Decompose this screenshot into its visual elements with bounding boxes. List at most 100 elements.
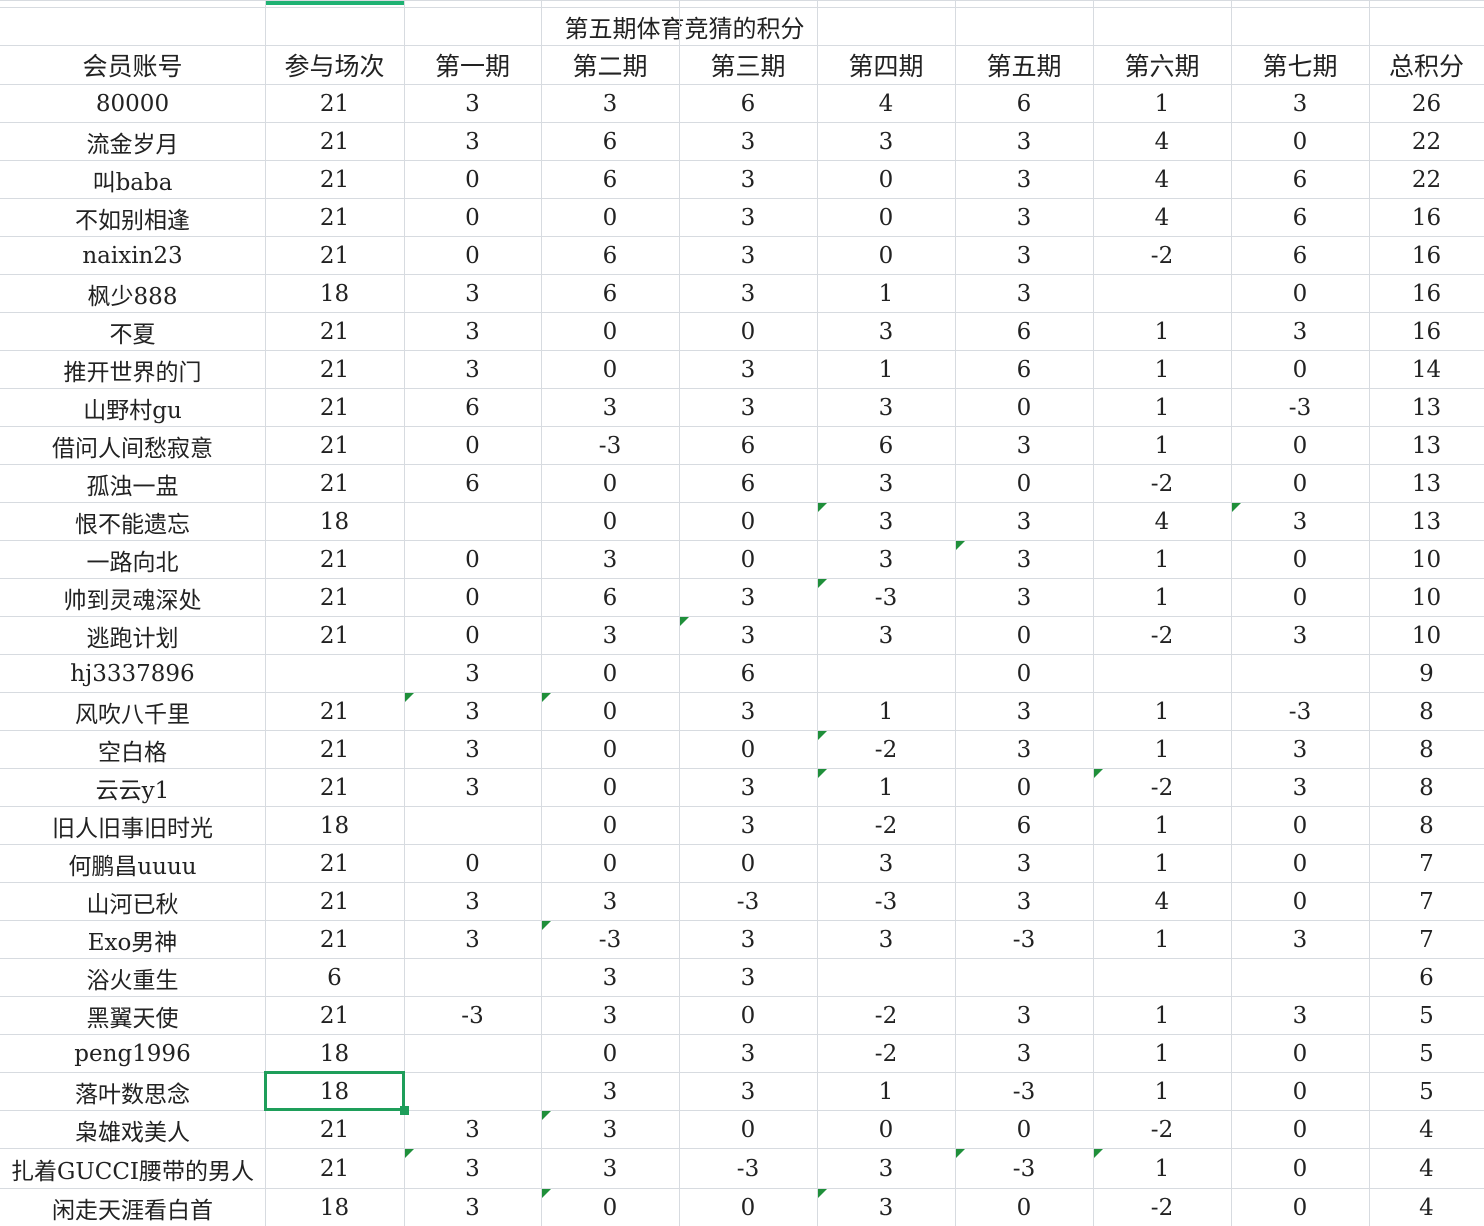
- spreadsheet-grid[interactable]: 第五期体育竞猜的积分 会员账号 参与场次 第一期 第二期 第三期 第四期 第五期 第六期 第七期…: [0, 0, 1484, 1226]
- score-cell[interactable]: 3: [679, 1035, 817, 1072]
- score-cell[interactable]: 10: [1369, 617, 1484, 654]
- score-cell[interactable]: -2: [817, 1035, 955, 1072]
- score-cell[interactable]: 21: [265, 85, 404, 122]
- score-cell[interactable]: 3: [404, 693, 541, 730]
- member-account-cell[interactable]: 孤浊一盅: [0, 465, 265, 502]
- score-cell[interactable]: 5: [1369, 997, 1484, 1034]
- score-cell[interactable]: 0: [541, 503, 679, 540]
- score-cell[interactable]: -2: [1093, 617, 1231, 654]
- score-cell[interactable]: 21: [265, 541, 404, 578]
- score-cell[interactable]: [1231, 655, 1369, 692]
- score-cell[interactable]: [1093, 655, 1231, 692]
- score-cell[interactable]: 3: [679, 275, 817, 312]
- score-cell[interactable]: 3: [404, 1111, 541, 1148]
- score-cell[interactable]: 1: [1093, 1035, 1231, 1072]
- score-cell[interactable]: 21: [265, 921, 404, 958]
- score-cell[interactable]: 0: [817, 199, 955, 236]
- score-cell[interactable]: 0: [541, 1035, 679, 1072]
- score-cell[interactable]: 16: [1369, 275, 1484, 312]
- score-cell[interactable]: 1: [1093, 313, 1231, 350]
- score-cell[interactable]: -2: [1093, 1189, 1231, 1226]
- score-cell[interactable]: 6: [1231, 199, 1369, 236]
- comment-marker-icon[interactable]: [1094, 1149, 1103, 1158]
- score-cell[interactable]: 1: [1093, 693, 1231, 730]
- score-cell[interactable]: 0: [679, 503, 817, 540]
- score-cell[interactable]: 3: [955, 1035, 1093, 1072]
- score-cell[interactable]: 6: [679, 465, 817, 502]
- score-cell[interactable]: 1: [1093, 351, 1231, 388]
- score-cell[interactable]: 0: [955, 465, 1093, 502]
- score-cell[interactable]: 3: [541, 389, 679, 426]
- score-cell[interactable]: 0: [541, 1189, 679, 1226]
- score-cell[interactable]: 13: [1369, 427, 1484, 464]
- score-cell[interactable]: 0: [541, 465, 679, 502]
- score-cell[interactable]: 6: [541, 123, 679, 160]
- score-cell[interactable]: 8: [1369, 807, 1484, 844]
- score-cell[interactable]: 1: [1093, 541, 1231, 578]
- score-cell[interactable]: 3: [955, 161, 1093, 198]
- score-cell[interactable]: 3: [1231, 85, 1369, 122]
- score-cell[interactable]: 10: [1369, 541, 1484, 578]
- score-cell[interactable]: 0: [404, 199, 541, 236]
- score-cell[interactable]: 0: [404, 617, 541, 654]
- score-cell[interactable]: 6: [955, 313, 1093, 350]
- comment-marker-icon[interactable]: [680, 617, 689, 626]
- score-cell[interactable]: 0: [541, 807, 679, 844]
- score-cell[interactable]: 1: [1093, 845, 1231, 882]
- score-cell[interactable]: 3: [1231, 617, 1369, 654]
- score-cell[interactable]: 0: [1231, 579, 1369, 616]
- score-cell[interactable]: 3: [817, 389, 955, 426]
- score-cell[interactable]: -2: [817, 731, 955, 768]
- score-cell[interactable]: 1: [817, 275, 955, 312]
- score-cell[interactable]: 0: [955, 617, 1093, 654]
- score-cell[interactable]: 3: [817, 617, 955, 654]
- score-cell[interactable]: 18: [265, 503, 404, 540]
- score-cell[interactable]: 0: [955, 655, 1093, 692]
- header-cell[interactable]: 第四期: [817, 46, 955, 84]
- score-cell[interactable]: 0: [541, 199, 679, 236]
- score-cell[interactable]: 3: [404, 1149, 541, 1188]
- score-cell[interactable]: 3: [404, 1189, 541, 1226]
- score-cell[interactable]: 1: [1093, 921, 1231, 958]
- score-cell[interactable]: 21: [265, 579, 404, 616]
- member-account-cell[interactable]: 落叶数思念: [0, 1073, 265, 1110]
- score-cell[interactable]: -2: [1093, 237, 1231, 274]
- score-cell[interactable]: 21: [265, 845, 404, 882]
- score-cell[interactable]: 3: [679, 389, 817, 426]
- member-account-cell[interactable]: 叫baba: [0, 161, 265, 198]
- score-cell[interactable]: 6: [404, 389, 541, 426]
- comment-marker-icon[interactable]: [542, 1111, 551, 1120]
- score-cell[interactable]: 3: [1231, 503, 1369, 540]
- score-cell[interactable]: 3: [679, 769, 817, 806]
- score-cell[interactable]: 3: [955, 579, 1093, 616]
- score-cell[interactable]: 21: [265, 731, 404, 768]
- score-cell[interactable]: -2: [817, 807, 955, 844]
- header-cell[interactable]: 第一期: [404, 46, 541, 84]
- score-cell[interactable]: 1: [1093, 807, 1231, 844]
- score-cell[interactable]: 21: [265, 389, 404, 426]
- score-cell[interactable]: 21: [265, 769, 404, 806]
- member-account-cell[interactable]: 云云y1: [0, 769, 265, 806]
- member-account-cell[interactable]: 山河已秋: [0, 883, 265, 920]
- score-cell[interactable]: 7: [1369, 845, 1484, 882]
- score-cell[interactable]: 3: [404, 85, 541, 122]
- score-cell[interactable]: 0: [955, 389, 1093, 426]
- score-cell[interactable]: 9: [1369, 655, 1484, 692]
- member-account-cell[interactable]: 不夏: [0, 313, 265, 350]
- score-cell[interactable]: 3: [404, 275, 541, 312]
- score-cell[interactable]: 3: [817, 1189, 955, 1226]
- score-cell[interactable]: 1: [1093, 389, 1231, 426]
- score-cell[interactable]: 1: [1093, 579, 1231, 616]
- score-cell[interactable]: 3: [679, 807, 817, 844]
- score-cell[interactable]: 3: [1231, 731, 1369, 768]
- member-account-cell[interactable]: 枫少888: [0, 275, 265, 312]
- score-cell[interactable]: 3: [955, 541, 1093, 578]
- score-cell[interactable]: 0: [541, 351, 679, 388]
- score-cell[interactable]: 0: [679, 1189, 817, 1226]
- score-cell[interactable]: [404, 959, 541, 996]
- score-cell[interactable]: 21: [265, 1111, 404, 1148]
- member-account-cell[interactable]: 帅到灵魂深处: [0, 579, 265, 616]
- score-cell[interactable]: 0: [679, 845, 817, 882]
- member-account-cell[interactable]: 恨不能遗忘: [0, 503, 265, 540]
- score-cell[interactable]: 0: [679, 997, 817, 1034]
